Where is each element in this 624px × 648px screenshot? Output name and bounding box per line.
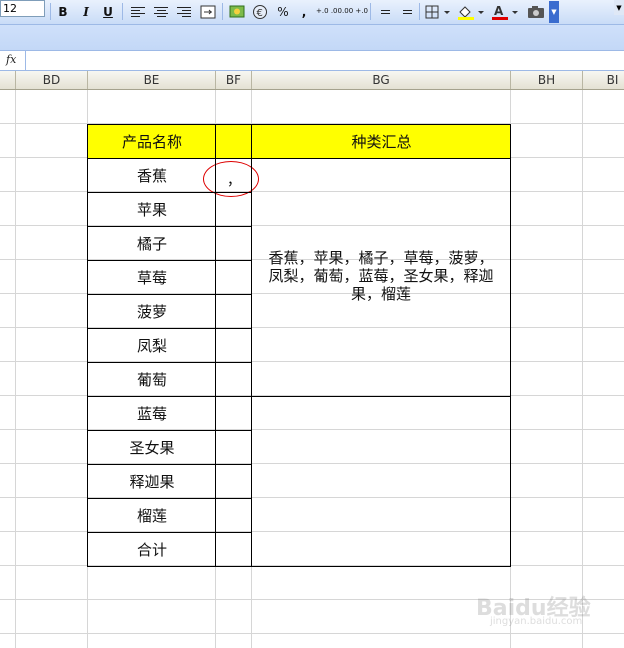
euro-icon: € bbox=[253, 4, 267, 19]
toolbar-separator bbox=[50, 3, 51, 20]
toolbar-separator bbox=[370, 3, 371, 20]
align-right-button[interactable] bbox=[176, 2, 192, 21]
column-header-bf[interactable]: BF bbox=[216, 71, 252, 89]
toolbar-separator bbox=[122, 3, 123, 20]
toolbar-options-chevron-icon[interactable]: ▼ bbox=[549, 1, 559, 23]
euro-button[interactable]: € bbox=[251, 2, 269, 21]
cell-product-name[interactable]: 香蕉 bbox=[88, 158, 216, 192]
cell-be-header[interactable]: 产品名称 bbox=[88, 124, 216, 158]
font-color-icon: A bbox=[492, 4, 518, 20]
summary-line: 凤梨，葡萄，蓝莓，圣女果，释迦 bbox=[268, 267, 494, 285]
underline-button[interactable]: U bbox=[100, 2, 116, 21]
currency-button[interactable] bbox=[228, 2, 246, 21]
cell-product-name[interactable]: 榴莲 bbox=[88, 498, 216, 532]
merge-cells-icon bbox=[200, 5, 216, 18]
font-size-value: 12 bbox=[3, 2, 17, 15]
border-line bbox=[87, 532, 252, 533]
fill-color-icon bbox=[458, 5, 484, 20]
font-color-button[interactable]: A bbox=[490, 2, 520, 21]
increase-decimal-button[interactable]: +.0 .00 bbox=[316, 2, 342, 21]
bold-button[interactable]: B bbox=[55, 2, 71, 21]
align-center-icon bbox=[154, 6, 168, 17]
cell-product-name[interactable]: 凤梨 bbox=[88, 328, 216, 362]
border-line bbox=[87, 430, 252, 431]
summary-line: 果，榴莲 bbox=[350, 285, 411, 303]
border-line bbox=[87, 158, 511, 159]
font-size-select[interactable]: 12 ▼ bbox=[0, 0, 624, 17]
border-line bbox=[87, 464, 252, 465]
formatting-toolbar: 12 ▼ B I U € % , +.0 .00 .00 +.0 A ▼ bbox=[0, 0, 624, 25]
cell-product-name[interactable]: 橘子 bbox=[88, 226, 216, 260]
column-header-bg[interactable]: BG bbox=[252, 71, 511, 89]
align-left-icon bbox=[131, 6, 145, 17]
border-line bbox=[87, 328, 252, 329]
cell-product-name[interactable]: 葡萄 bbox=[88, 362, 216, 396]
cell-total-label[interactable]: 合计 bbox=[88, 532, 216, 566]
borders-icon bbox=[425, 5, 450, 18]
decrease-indent-button[interactable] bbox=[374, 2, 392, 21]
border-line bbox=[87, 124, 511, 125]
toolbar-separator bbox=[419, 3, 420, 20]
border-line bbox=[510, 124, 511, 566]
percent-style-button[interactable]: % bbox=[274, 2, 292, 21]
column-header-bi[interactable]: BI bbox=[583, 71, 624, 89]
toolbar-separator bbox=[222, 3, 223, 20]
cell-bg-header[interactable]: 种类汇总 bbox=[252, 124, 511, 158]
cell-product-name[interactable]: 圣女果 bbox=[88, 430, 216, 464]
fill-color-button[interactable] bbox=[456, 2, 486, 21]
border-line bbox=[251, 124, 252, 566]
align-left-button[interactable] bbox=[130, 2, 146, 21]
align-center-button[interactable] bbox=[153, 2, 169, 21]
cell-product-name[interactable]: 苹果 bbox=[88, 192, 216, 226]
border-line bbox=[87, 260, 252, 261]
italic-button[interactable]: I bbox=[78, 2, 94, 21]
merge-center-button[interactable] bbox=[199, 2, 217, 21]
baidu-watermark-url: jingyan.baidu.com bbox=[490, 616, 583, 627]
cell-product-name[interactable]: 蓝莓 bbox=[88, 396, 216, 430]
comma-style-button[interactable]: , bbox=[296, 2, 312, 21]
column-headers: BD BE BF BG BH BI bbox=[0, 71, 624, 90]
cell-bf-header[interactable] bbox=[216, 124, 252, 158]
border-line bbox=[87, 226, 252, 227]
column-header-be[interactable]: BE bbox=[88, 71, 216, 89]
column-header-bh[interactable]: BH bbox=[511, 71, 583, 89]
currency-icon bbox=[229, 5, 245, 18]
cell-bg-summary[interactable]: 香蕉，苹果，橘子，草莓，菠萝， 凤梨，葡萄，蓝莓，圣女果，释迦 果，榴莲 bbox=[252, 249, 510, 303]
camera-button[interactable] bbox=[526, 2, 546, 21]
border-line bbox=[87, 124, 88, 566]
borders-button[interactable] bbox=[424, 2, 452, 21]
select-all-corner[interactable] bbox=[0, 71, 16, 89]
summary-line: 香蕉，苹果，橘子，草莓，菠萝， bbox=[268, 249, 494, 267]
decrease-decimal-button[interactable]: .00 +.0 bbox=[342, 2, 368, 21]
cell-product-name[interactable]: 菠萝 bbox=[88, 294, 216, 328]
svg-text:€: € bbox=[257, 8, 263, 19]
border-line bbox=[87, 566, 511, 567]
svg-text:A: A bbox=[494, 4, 504, 18]
align-right-icon bbox=[177, 6, 191, 17]
column-header-bd[interactable]: BD bbox=[16, 71, 88, 89]
function-fx-icon[interactable]: fx bbox=[6, 53, 24, 66]
border-line bbox=[87, 192, 252, 193]
border-line bbox=[87, 362, 252, 363]
increase-indent-button[interactable] bbox=[396, 2, 414, 21]
cell-product-name[interactable]: 草莓 bbox=[88, 260, 216, 294]
cell-product-name[interactable]: 释迦果 bbox=[88, 464, 216, 498]
toolbar-band bbox=[0, 25, 624, 50]
formula-input[interactable] bbox=[25, 51, 624, 70]
border-line bbox=[215, 124, 216, 566]
indent-icon bbox=[398, 7, 412, 17]
border-line bbox=[87, 294, 252, 295]
outdent-icon bbox=[376, 7, 390, 17]
border-line bbox=[87, 396, 511, 397]
grid-line bbox=[0, 633, 624, 634]
chevron-down-icon[interactable]: ▼ bbox=[614, 0, 624, 15]
camera-icon bbox=[528, 5, 544, 18]
border-line bbox=[87, 498, 252, 499]
formula-bar: fx bbox=[0, 50, 624, 71]
